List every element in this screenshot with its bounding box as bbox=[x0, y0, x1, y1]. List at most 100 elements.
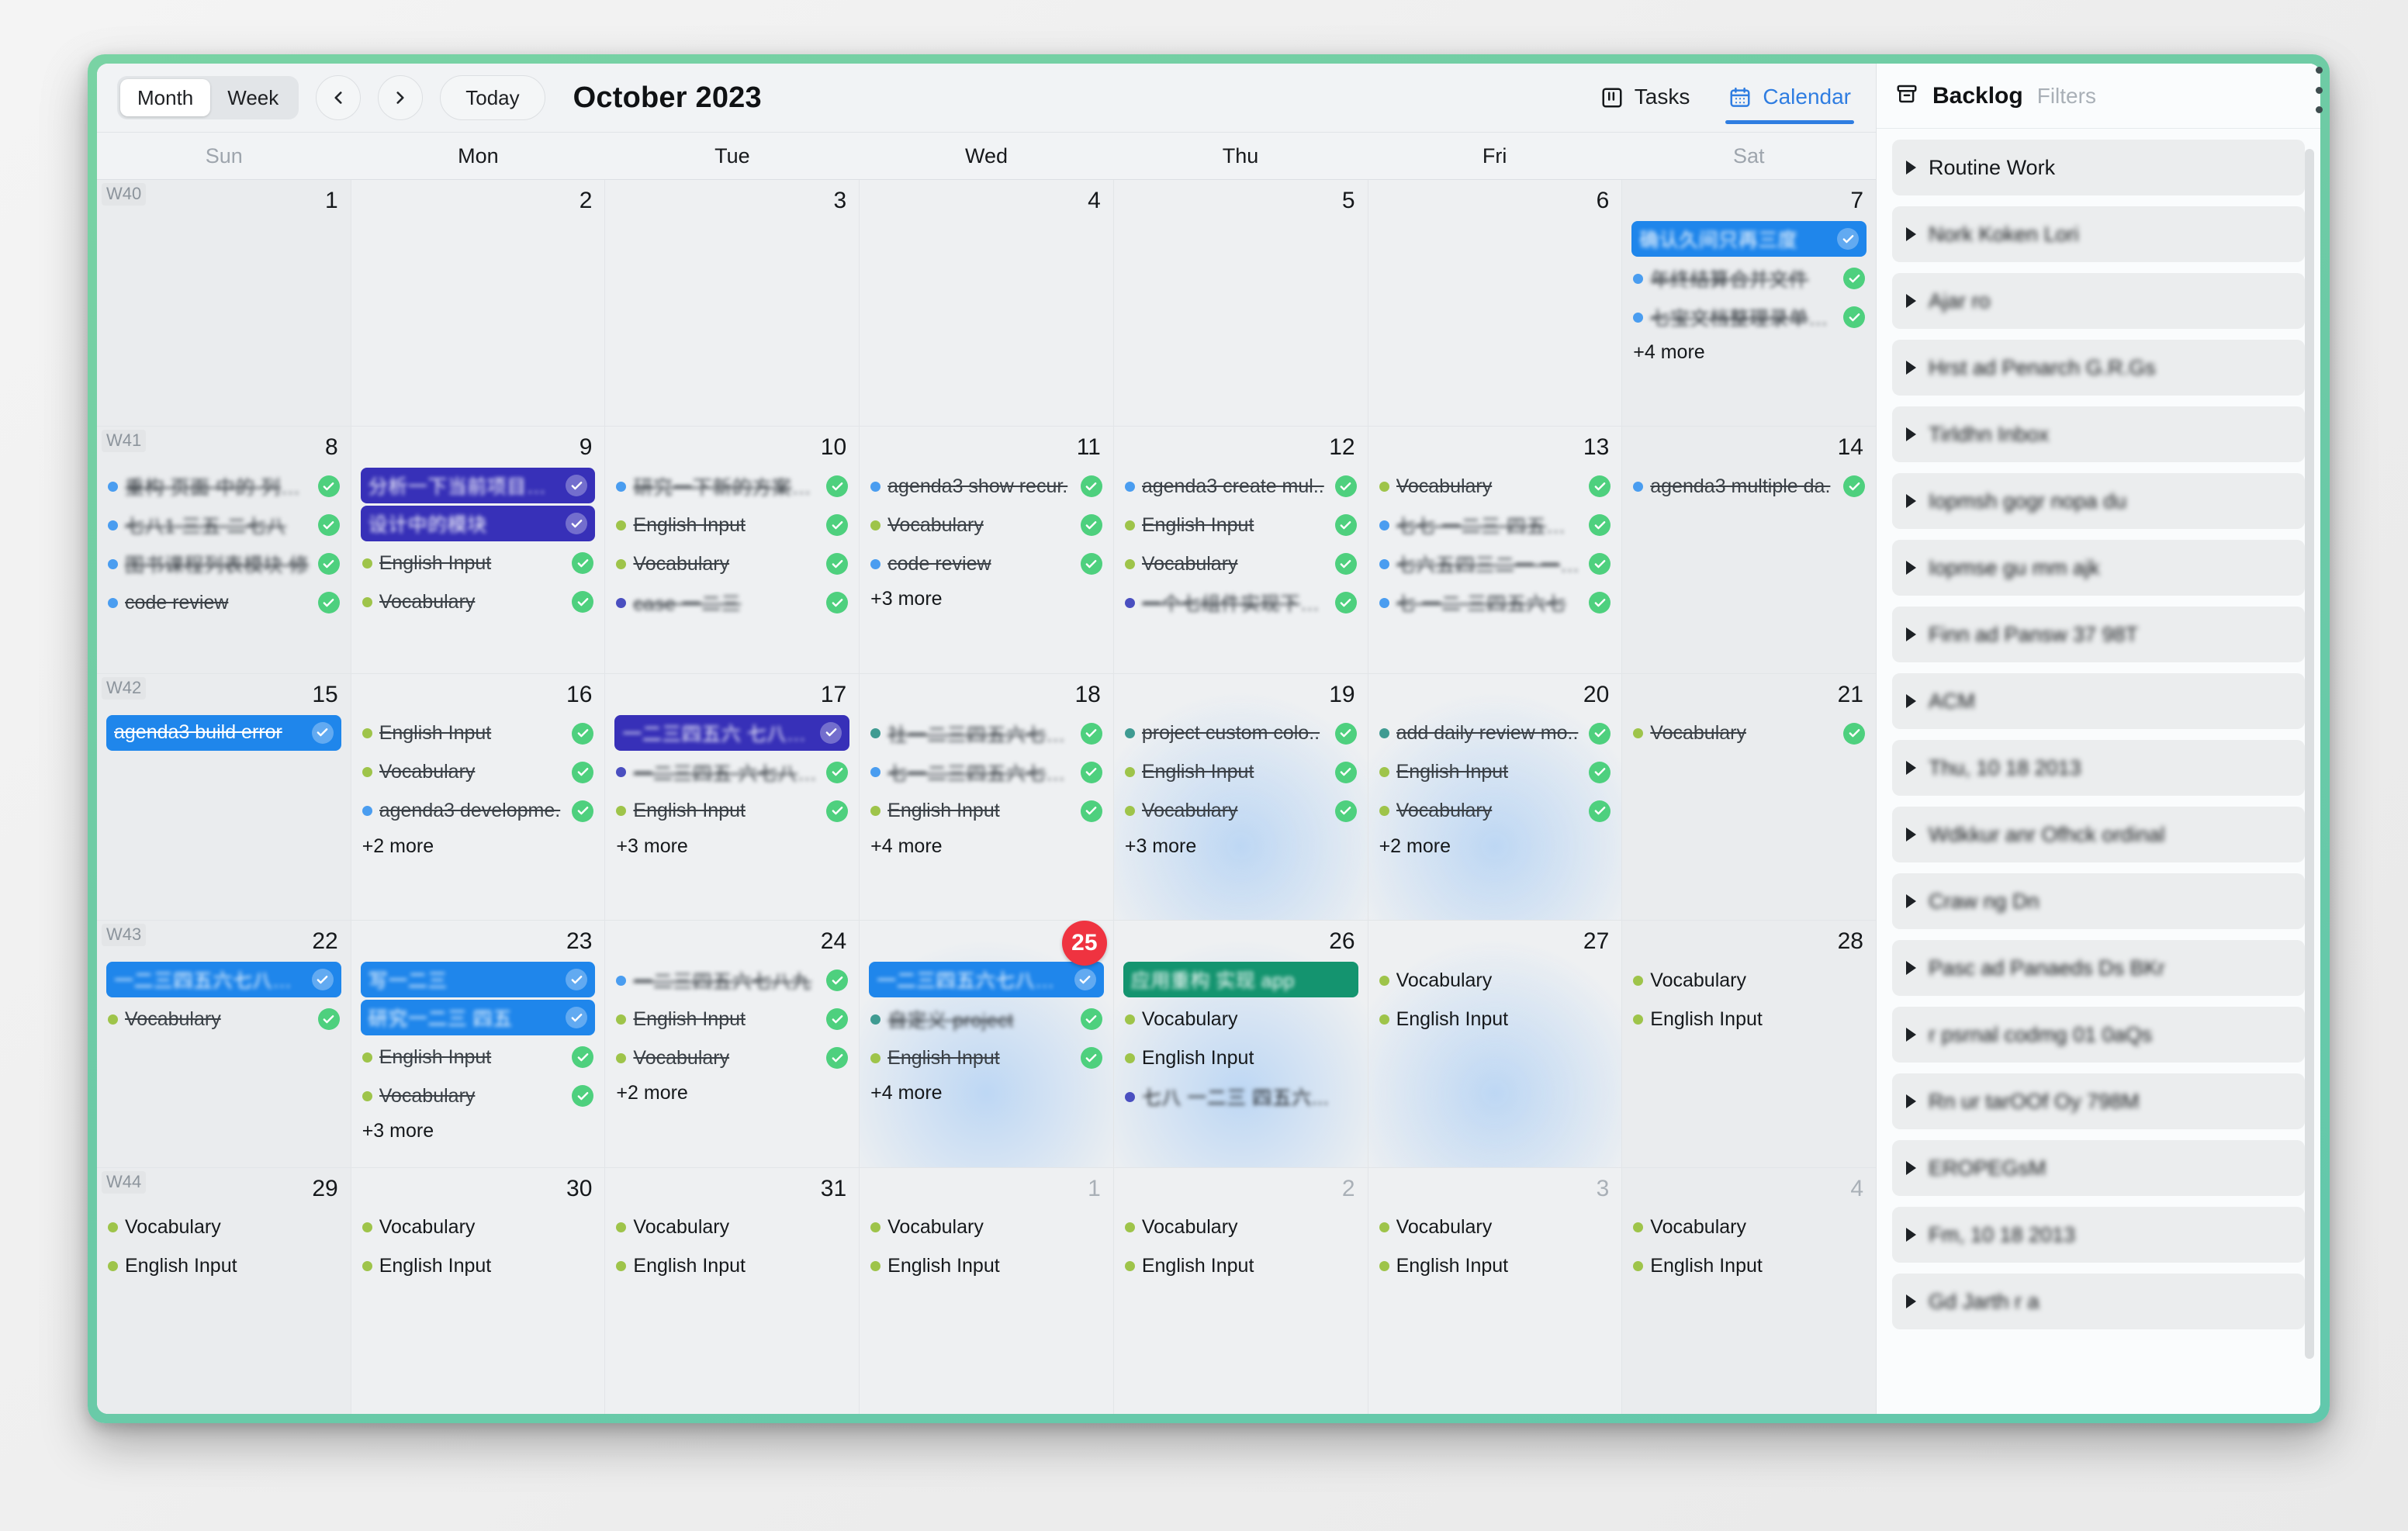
calendar-event[interactable]: Vocabulary bbox=[1123, 1208, 1358, 1247]
calendar-event[interactable]: 七八 一二三 四五六... bbox=[1123, 1077, 1358, 1116]
calendar-event[interactable]: English Input bbox=[614, 506, 849, 544]
event-complete-icon[interactable] bbox=[1080, 722, 1102, 745]
calendar-event[interactable]: Vocabulary bbox=[1631, 714, 1867, 753]
day-cell[interactable]: 5 bbox=[1113, 180, 1368, 427]
day-cell[interactable]: 2 bbox=[351, 180, 605, 427]
event-complete-icon[interactable] bbox=[317, 553, 340, 575]
calendar-event[interactable]: English Input bbox=[1378, 753, 1613, 792]
calendar-event[interactable]: English Input bbox=[1631, 1247, 1867, 1286]
day-cell[interactable]: 27 Vocabulary English Input bbox=[1368, 921, 1622, 1166]
event-complete-icon[interactable] bbox=[1843, 306, 1865, 328]
calendar-event[interactable]: Vocabulary bbox=[869, 506, 1104, 544]
chevron-right-icon[interactable] bbox=[1906, 694, 1916, 708]
day-cell[interactable]: 7 确认久间只再三度年终结算合并文件七宝文档整理录单报告... +4 more bbox=[1622, 180, 1876, 427]
calendar-event[interactable]: English Input bbox=[1123, 753, 1358, 792]
calendar-event[interactable]: project custom colo.. bbox=[1123, 714, 1358, 753]
event-complete-icon[interactable] bbox=[311, 969, 334, 991]
backlog-list-item[interactable]: Iopmse gu mm ajk bbox=[1892, 540, 2305, 596]
next-month-button[interactable] bbox=[378, 75, 424, 120]
calendar-event[interactable]: 七 一二 三四五六七 bbox=[1378, 583, 1613, 622]
chevron-right-icon[interactable] bbox=[1906, 1028, 1916, 1042]
event-complete-icon[interactable] bbox=[566, 969, 588, 991]
event-complete-icon[interactable] bbox=[317, 1008, 340, 1031]
day-cell[interactable]: 28 Vocabulary English Input bbox=[1622, 921, 1876, 1167]
backlog-list-item[interactable]: r psrnal codmg 01 0aQs bbox=[1892, 1007, 2305, 1063]
calendar-event[interactable]: Vocabulary bbox=[1378, 467, 1613, 506]
calendar-event[interactable]: English Input bbox=[614, 792, 849, 831]
month-view-button[interactable]: Month bbox=[120, 79, 211, 116]
event-complete-icon[interactable] bbox=[826, 1008, 849, 1031]
calendar-event-block[interactable]: 研究一二三 四五 bbox=[360, 1000, 596, 1036]
more-events-link[interactable]: +2 more bbox=[1378, 831, 1613, 858]
event-complete-icon[interactable] bbox=[1589, 800, 1611, 822]
chevron-right-icon[interactable] bbox=[1906, 1228, 1916, 1242]
event-complete-icon[interactable] bbox=[826, 553, 849, 575]
calendar-event[interactable]: 年终结算合并文件 bbox=[1631, 259, 1867, 298]
backlog-list-item[interactable]: Gd Jarth r a bbox=[1892, 1274, 2305, 1329]
calendar-event[interactable]: 七七 一二三 四五六七八取 bbox=[1378, 506, 1613, 544]
calendar-event[interactable]: Vocabulary bbox=[1378, 792, 1613, 831]
more-events-link[interactable]: +3 more bbox=[614, 831, 849, 858]
event-complete-icon[interactable] bbox=[1589, 722, 1611, 745]
calendar-event[interactable]: English Input bbox=[361, 1247, 596, 1286]
day-cell[interactable]: 31 Vocabulary English Input bbox=[605, 1167, 860, 1414]
backlog-list-item[interactable]: Fm, 10 18 2013 bbox=[1892, 1207, 2305, 1263]
calendar-event[interactable]: 自定义 project bbox=[869, 1000, 1104, 1039]
calendar-event[interactable]: English Input bbox=[106, 1247, 341, 1286]
calendar-event-block[interactable]: 应用重构 实现 app bbox=[1123, 962, 1358, 998]
event-complete-icon[interactable] bbox=[317, 592, 340, 614]
event-complete-icon[interactable] bbox=[572, 1085, 594, 1108]
event-complete-icon[interactable] bbox=[826, 592, 849, 614]
calendar-event[interactable]: Vocabulary bbox=[1631, 961, 1867, 1000]
day-cell[interactable]: 1 Vocabulary English Input bbox=[860, 1167, 1113, 1414]
calendar-event[interactable]: agenda3 show recur. bbox=[869, 467, 1104, 506]
event-complete-icon[interactable] bbox=[566, 513, 588, 535]
calendar-event[interactable]: Vocabulary bbox=[1123, 792, 1358, 831]
day-cell[interactable]: 13 Vocabulary 七七 一二三 四五六七八取七六五四三二一 一二三七 一二… bbox=[1368, 427, 1622, 673]
event-complete-icon[interactable] bbox=[317, 514, 340, 537]
backlog-list-item[interactable]: Pasc ad Panaeds Ds BKr bbox=[1892, 940, 2305, 996]
more-events-link[interactable]: +4 more bbox=[869, 831, 1104, 858]
event-complete-icon[interactable] bbox=[566, 475, 588, 497]
calendar-event[interactable]: Vocabulary bbox=[361, 582, 596, 621]
calendar-event[interactable]: Vocabulary bbox=[1631, 1208, 1867, 1247]
event-complete-icon[interactable] bbox=[572, 591, 594, 613]
backlog-filters-button[interactable]: Filters bbox=[2037, 84, 2096, 109]
calendar-event-block[interactable]: agenda3 build error bbox=[106, 714, 341, 751]
day-cell[interactable]: 20 add daily review mo.. English Input Voca… bbox=[1368, 674, 1622, 920]
chevron-right-icon[interactable] bbox=[1906, 427, 1916, 441]
view-range-segmented-control[interactable]: Month Week bbox=[117, 76, 299, 119]
day-cell[interactable]: 2 Vocabulary English Input bbox=[1113, 1167, 1368, 1414]
event-complete-icon[interactable] bbox=[1334, 475, 1357, 498]
chevron-right-icon[interactable] bbox=[1906, 294, 1916, 308]
event-complete-icon[interactable] bbox=[1843, 722, 1865, 745]
backlog-list-item[interactable]: Routine Work bbox=[1892, 140, 2305, 195]
backlog-list-item[interactable]: Tirldhn Inbox bbox=[1892, 406, 2305, 462]
day-cell[interactable]: 21 Vocabulary bbox=[1622, 673, 1876, 921]
backlog-list-item[interactable]: ACM bbox=[1892, 673, 2305, 729]
calendar-event[interactable]: English Input bbox=[614, 1247, 849, 1286]
calendar-event[interactable]: agenda3 multiple da. bbox=[1631, 467, 1867, 506]
more-events-link[interactable]: +3 more bbox=[361, 1115, 596, 1142]
chevron-right-icon[interactable] bbox=[1906, 1094, 1916, 1108]
event-complete-icon[interactable] bbox=[572, 800, 594, 822]
event-complete-icon[interactable] bbox=[1843, 268, 1865, 289]
more-events-link[interactable]: +2 more bbox=[614, 1077, 849, 1104]
calendar-event[interactable]: 七宝文档整理录单报告... bbox=[1631, 298, 1867, 337]
calendar-event[interactable]: agenda3 create mul.. bbox=[1123, 467, 1358, 506]
calendar-event[interactable]: case 一二三 bbox=[614, 583, 849, 622]
calendar-event[interactable]: English Input bbox=[1123, 506, 1358, 544]
event-complete-icon[interactable] bbox=[1589, 553, 1611, 575]
event-complete-icon[interactable] bbox=[572, 552, 594, 575]
event-complete-icon[interactable] bbox=[1334, 592, 1357, 614]
calendar-event[interactable]: 七六五四三二一 一二三 bbox=[1378, 544, 1613, 583]
day-cell[interactable]: 30 Vocabulary English Input bbox=[351, 1167, 605, 1414]
chevron-right-icon[interactable] bbox=[1906, 1161, 1916, 1175]
day-cell[interactable]: 10研究一下新的方案实现长... English Input Vocabulary c… bbox=[605, 427, 860, 673]
event-complete-icon[interactable] bbox=[826, 761, 849, 783]
calendar-event[interactable]: Vocabulary bbox=[614, 1208, 849, 1247]
backlog-list-item[interactable]: Ajar ro bbox=[1892, 273, 2305, 329]
calendar-event[interactable]: 一二三四五六七八九 bbox=[614, 961, 849, 1000]
prev-month-button[interactable] bbox=[316, 75, 362, 120]
calendar-event-block[interactable]: 分析一下当前项目的整体架构设计 bbox=[360, 468, 596, 504]
